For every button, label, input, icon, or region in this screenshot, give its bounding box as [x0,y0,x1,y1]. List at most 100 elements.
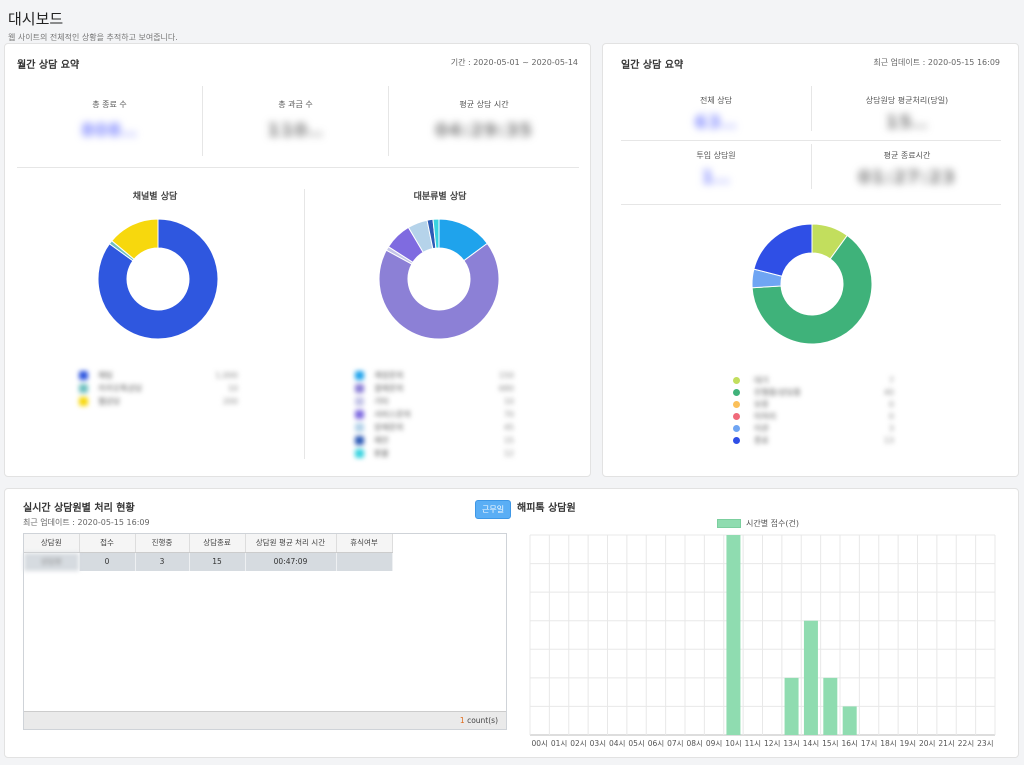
legend-item[interactable]: 환불 12 [355,447,514,460]
bar[interactable] [726,535,741,735]
legend-item[interactable]: 보류 0 [733,398,894,410]
monthly-period: 기간 : 2020-05-01 ~ 2020-05-14 [450,58,578,67]
daily-summary-panel: 일간 상담 요약 최근 업데이트 : 2020-05-15 16:09 전체 상… [602,43,1019,477]
legend-color-dot [79,397,88,406]
legend-item[interactable]: 서비스문의 70 [355,408,514,421]
x-tick-label: 05시 [628,739,644,748]
x-tick-label: 10시 [725,739,741,748]
legend-item[interactable]: 미처리 0 [733,410,894,422]
legend-label: 환불 [374,449,389,458]
bar[interactable] [784,677,799,735]
legend-label: 서비스문의 [374,410,411,419]
x-tick-label: 02시 [570,739,586,748]
legend-label: 기타 [374,397,389,406]
x-tick-label: 11시 [745,739,761,748]
divider [621,140,1001,141]
column-header[interactable]: 상담종료 [189,534,246,553]
work-day-button[interactable]: 근무일 [475,500,512,519]
bar[interactable] [803,620,818,735]
x-tick-label: 18시 [880,739,896,748]
column-header[interactable]: 상담원 평균 처리 시간 [245,534,337,553]
legend-item[interactable]: 결제문의 680 [355,382,514,395]
legend-color-dot [733,436,740,444]
legend-item[interactable]: 웹상담 200 [79,395,238,408]
x-tick-label: 00시 [531,739,547,748]
legend-item[interactable]: 계정문의 150 [355,369,514,382]
legend-color-dot [355,397,364,406]
legend-color-dot [733,400,740,408]
channel-legend: 채팅 1,000 카카오톡상담 10 웹상담 200 [79,369,238,408]
avg-time-cell: 00:47:09 [245,552,337,571]
divider [17,167,579,168]
table-row[interactable]: 상담원 0 3 15 00:47:09 [24,552,393,571]
legend-label: 대기 [754,375,769,385]
legend-value: 680 [498,384,514,393]
stat-agents: 투입 상담원 1.. [621,150,811,188]
category-legend: 계정문의 150 결제문의 680 기타 10 서비스문의 70 장애문의 45 제안 15 환불 12 [355,369,514,460]
x-tick-label: 08시 [686,739,702,748]
legend-color-dot [355,384,364,393]
stat-value: 808.. [81,120,138,141]
legend-label: 종료 [754,435,769,445]
legend-label: 진행중/상담중 [754,387,801,397]
category-slice[interactable] [378,242,500,340]
legend-label: 웹상담 [98,397,121,406]
stat-value: 04:29:35 [435,120,533,141]
realtime-updated: 최근 업데이트 : 2020-05-15 16:09 [23,518,150,527]
agent-table: 상담원 접수 진행중 상담종료 상담원 평균 처리 시간 휴식여부 상담원 0 … [24,534,393,571]
legend-value: 200 [222,397,238,406]
stat-value: 01:27:23 [858,167,956,188]
column-header[interactable]: 휴식여부 [336,534,393,553]
legend-item[interactable]: 대기 7 [733,374,894,386]
legend-item[interactable]: 종료 13 [733,434,894,446]
legend-label: 장애문의 [374,423,404,432]
legend-value: 45 [503,423,514,432]
grid-footer: 1 count(s) [24,711,506,729]
realtime-panel: 실시간 상담원별 처리 현황 최근 업데이트 : 2020-05-15 16:0… [4,488,1019,758]
legend-value: 7 [888,375,894,385]
column-header[interactable]: 진행중 [135,534,190,553]
stat-total-consult: 전체 상담 63.. [621,95,811,133]
legend-label: 채팅 [98,371,113,380]
stat-total-closed: 총 종료 수 808.. [17,99,202,141]
stat-label: 전체 상담 [700,96,732,105]
x-tick-label: 22시 [958,739,974,748]
bar[interactable] [823,677,838,735]
x-tick-label: 14시 [803,739,819,748]
legend-value: 40 [883,387,894,397]
legend-color-dot [355,436,364,445]
bar[interactable] [842,706,857,735]
legend-item[interactable]: 이관 3 [733,422,894,434]
legend-label: 이관 [754,423,769,433]
stat-label: 총 종료 수 [92,100,127,109]
legend-item[interactable]: 카카오톡상담 10 [79,382,238,395]
x-tick-label: 04시 [609,739,625,748]
stat-value: 15.. [885,112,929,133]
legend-color-dot [79,371,88,380]
column-header[interactable]: 접수 [79,534,136,553]
stat-value: 63.. [694,112,738,133]
daily-slice[interactable] [753,223,813,277]
legend-item[interactable]: 진행중/상담중 40 [733,386,894,398]
x-tick-label: 19시 [900,739,916,748]
monthly-summary-panel: 월간 상담 요약 기간 : 2020-05-01 ~ 2020-05-14 총 … [4,43,591,477]
x-tick-label: 09시 [706,739,722,748]
legend-color-dot [733,388,740,396]
legend-label: 결제문의 [374,384,404,393]
legend-item[interactable]: 제안 15 [355,434,514,447]
stat-label: 상담원당 평균처리(당일) [865,96,949,105]
stat-label: 평균 상담 시간 [459,100,509,109]
daily-title: 일간 상담 요약 [621,60,684,71]
agent-status-grid: 상담원 접수 진행중 상담종료 상담원 평균 처리 시간 휴식여부 상담원 0 … [23,533,507,730]
x-tick-label: 12시 [764,739,780,748]
legend-color-dot [355,371,364,380]
stat-label: 총 과금 수 [278,100,313,109]
stat-avg-per-agent: 상담원당 평균처리(당일) 15.. [812,95,1002,133]
x-tick-label: 13시 [783,739,799,748]
legend-label: 계정문의 [374,371,404,380]
legend-item[interactable]: 장애문의 45 [355,421,514,434]
stat-label: 평균 종료시간 [883,151,931,160]
legend-item[interactable]: 채팅 1,000 [79,369,238,382]
column-header[interactable]: 상담원 [24,534,80,553]
legend-item[interactable]: 기타 10 [355,395,514,408]
